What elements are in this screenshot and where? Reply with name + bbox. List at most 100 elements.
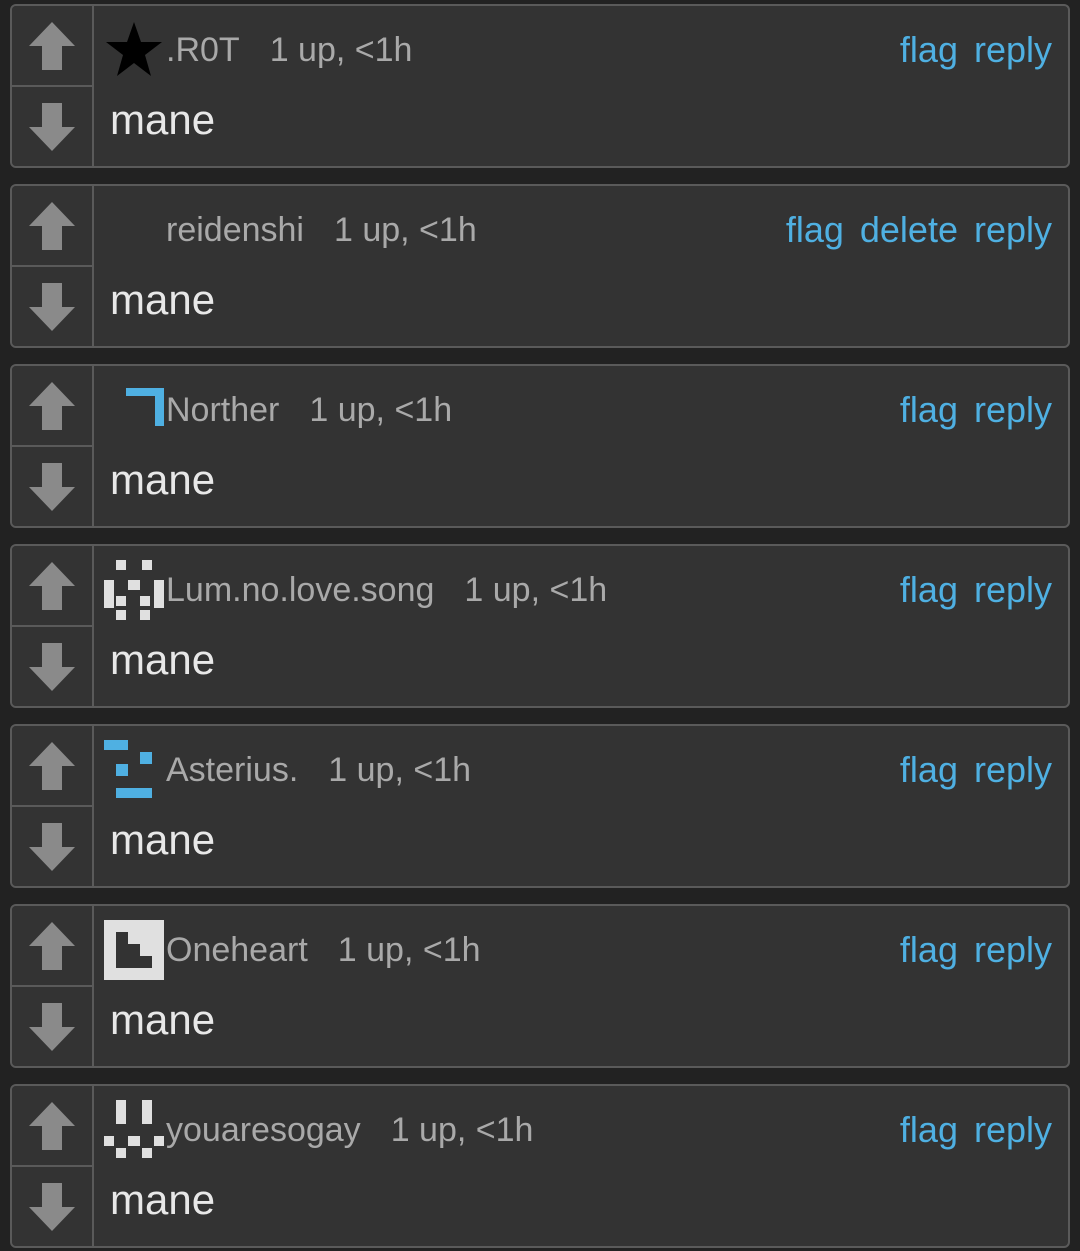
arrow-down-icon	[29, 642, 75, 691]
comment-text: mane	[110, 816, 216, 863]
reply-link[interactable]: reply	[974, 389, 1052, 431]
flag-link[interactable]: flag	[900, 1109, 958, 1151]
arrow-up-icon	[29, 741, 75, 790]
reply-link[interactable]: reply	[974, 569, 1052, 611]
comment-text: mane	[110, 636, 216, 683]
comment-text: mane	[110, 96, 216, 143]
comment-body: .R0T 1 up, <1h flag reply mane	[94, 6, 1068, 166]
arrow-up-icon	[29, 381, 75, 430]
empty-avatar[interactable]	[104, 200, 164, 260]
comment-score: 1 up, <1h	[390, 1110, 534, 1149]
comment-card: youaresogay 1 up, <1h flag reply mane	[10, 1084, 1070, 1248]
blue-pixel-face-avatar[interactable]	[104, 740, 164, 800]
arrow-down-icon	[29, 1182, 75, 1231]
downvote-button[interactable]	[12, 987, 92, 1066]
username[interactable]: youaresogay	[166, 1111, 361, 1150]
comment-card: Asterius. 1 up, <1h flag reply mane	[10, 724, 1070, 888]
flag-link[interactable]: flag	[900, 749, 958, 791]
comment-meta: reidenshi 1 up, <1h	[104, 200, 477, 260]
flag-link[interactable]: flag	[786, 209, 844, 251]
comment-card: Norther 1 up, <1h flag reply mane	[10, 364, 1070, 528]
comment-text: mane	[110, 1176, 216, 1223]
reply-link[interactable]: reply	[974, 29, 1052, 71]
comment-card: Lum.no.love.song 1 up, <1h flag reply ma…	[10, 544, 1070, 708]
username[interactable]: .R0T	[166, 31, 240, 70]
downvote-button[interactable]	[12, 267, 92, 346]
arrow-down-icon	[29, 282, 75, 331]
downvote-button[interactable]	[12, 627, 92, 706]
arrow-up-icon	[29, 201, 75, 250]
white-pixel-smile-avatar[interactable]	[104, 1100, 164, 1160]
arrow-down-icon	[29, 462, 75, 511]
white-pixel-face-avatar[interactable]	[104, 560, 164, 620]
downvote-button[interactable]	[12, 1167, 92, 1246]
arrow-down-icon	[29, 1002, 75, 1051]
vote-column	[12, 1086, 94, 1246]
upvote-button[interactable]	[12, 546, 92, 627]
vote-column	[12, 906, 94, 1066]
comment-body: Lum.no.love.song 1 up, <1h flag reply ma…	[94, 546, 1068, 706]
upvote-button[interactable]	[12, 906, 92, 987]
username[interactable]: reidenshi	[166, 211, 304, 250]
comment-text: mane	[110, 276, 216, 323]
upvote-button[interactable]	[12, 6, 92, 87]
comment-card: reidenshi 1 up, <1h flag delete reply ma…	[10, 184, 1070, 348]
upvote-button[interactable]	[12, 366, 92, 447]
blue-corner-avatar[interactable]	[104, 380, 164, 440]
comment-actions: flag reply	[884, 920, 1052, 980]
comment-actions: flag delete reply	[770, 200, 1052, 260]
comment-score: 1 up, <1h	[269, 30, 413, 69]
comment-card: .R0T 1 up, <1h flag reply mane	[10, 4, 1070, 168]
comment-meta: Lum.no.love.song 1 up, <1h	[104, 560, 607, 620]
arrow-up-icon	[29, 561, 75, 610]
black-star-avatar[interactable]	[104, 20, 164, 80]
arrow-down-icon	[29, 822, 75, 871]
reply-link[interactable]: reply	[974, 209, 1052, 251]
reply-link[interactable]: reply	[974, 929, 1052, 971]
arrow-down-icon	[29, 102, 75, 151]
flag-link[interactable]: flag	[900, 929, 958, 971]
username[interactable]: Asterius.	[166, 751, 298, 790]
white-square-pattern-avatar[interactable]	[104, 920, 164, 980]
comment-meta: .R0T 1 up, <1h	[104, 20, 412, 80]
flag-link[interactable]: flag	[900, 389, 958, 431]
comment-text: mane	[110, 996, 216, 1043]
comment-card: Oneheart 1 up, <1h flag reply mane	[10, 904, 1070, 1068]
comment-actions: flag reply	[884, 380, 1052, 440]
comment-score: 1 up, <1h	[309, 390, 453, 429]
delete-link[interactable]: delete	[860, 209, 958, 251]
arrow-up-icon	[29, 1101, 75, 1150]
flag-link[interactable]: flag	[900, 29, 958, 71]
comment-meta: Asterius. 1 up, <1h	[104, 740, 471, 800]
vote-column	[12, 366, 94, 526]
vote-column	[12, 6, 94, 166]
comment-actions: flag reply	[884, 1100, 1052, 1160]
downvote-button[interactable]	[12, 807, 92, 886]
vote-column	[12, 186, 94, 346]
comment-actions: flag reply	[884, 20, 1052, 80]
reply-link[interactable]: reply	[974, 749, 1052, 791]
comment-meta: youaresogay 1 up, <1h	[104, 1100, 533, 1160]
comment-score: 1 up, <1h	[333, 210, 477, 249]
comment-body: youaresogay 1 up, <1h flag reply mane	[94, 1086, 1068, 1246]
username[interactable]: Lum.no.love.song	[166, 571, 434, 610]
upvote-button[interactable]	[12, 186, 92, 267]
comment-score: 1 up, <1h	[328, 750, 472, 789]
comment-actions: flag reply	[884, 740, 1052, 800]
comment-body: Norther 1 up, <1h flag reply mane	[94, 366, 1068, 526]
flag-link[interactable]: flag	[900, 569, 958, 611]
comment-text: mane	[110, 456, 216, 503]
upvote-button[interactable]	[12, 726, 92, 807]
comment-body: Oneheart 1 up, <1h flag reply mane	[94, 906, 1068, 1066]
username[interactable]: Norther	[166, 391, 279, 430]
comment-meta: Norther 1 up, <1h	[104, 380, 452, 440]
comment-feed: .R0T 1 up, <1h flag reply mane reidenshi	[0, 0, 1080, 1251]
upvote-button[interactable]	[12, 1086, 92, 1167]
comment-score: 1 up, <1h	[464, 570, 608, 609]
comment-body: reidenshi 1 up, <1h flag delete reply ma…	[94, 186, 1068, 346]
username[interactable]: Oneheart	[166, 931, 308, 970]
downvote-button[interactable]	[12, 87, 92, 166]
downvote-button[interactable]	[12, 447, 92, 526]
reply-link[interactable]: reply	[974, 1109, 1052, 1151]
comment-actions: flag reply	[884, 560, 1052, 620]
